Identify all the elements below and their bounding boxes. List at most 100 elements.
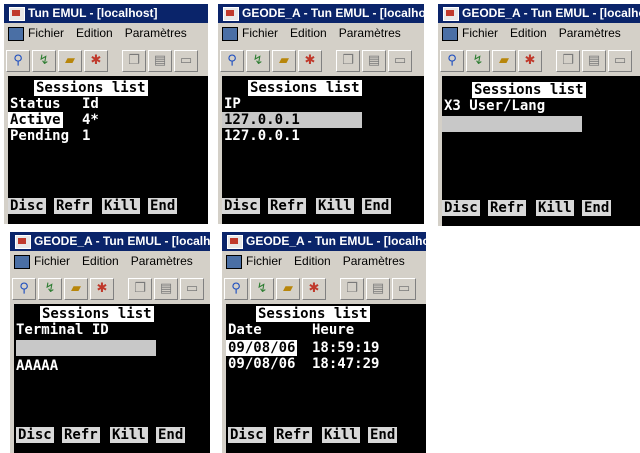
- copy-icon[interactable]: ❐: [122, 50, 146, 72]
- paste-icon[interactable]: ▤: [366, 278, 390, 300]
- settings-icon[interactable]: ✱: [298, 50, 322, 72]
- menu-fichier[interactable]: Fichier: [246, 254, 282, 268]
- copy-icon[interactable]: ❐: [128, 278, 152, 300]
- toolbar: ⚲ ↯ ▰ ✱ ❐ ▤ ▭: [4, 48, 208, 76]
- session-icon[interactable]: ↯: [38, 278, 62, 300]
- connect-icon[interactable]: ⚲: [440, 50, 464, 72]
- paste-icon[interactable]: ▤: [154, 278, 178, 300]
- system-menu-icon[interactable]: [442, 27, 458, 41]
- print-icon[interactable]: ▭: [180, 278, 204, 300]
- end-key[interactable]: End: [368, 427, 398, 443]
- menu-parametres[interactable]: Paramètres: [125, 26, 187, 40]
- copy-icon[interactable]: ❐: [336, 50, 360, 72]
- session-icon[interactable]: ↯: [466, 50, 490, 72]
- disc-key[interactable]: Disc: [8, 198, 46, 214]
- menu-edition[interactable]: Edition: [82, 254, 119, 268]
- session-row-status[interactable]: Active: [8, 112, 63, 128]
- settings-icon[interactable]: ✱: [518, 50, 542, 72]
- disc-key[interactable]: Disc: [228, 427, 266, 443]
- window-title: GEODE_A - Tun EMUL - [localhost]: [34, 234, 210, 248]
- menu-parametres[interactable]: Paramètres: [559, 26, 621, 40]
- app-icon: [15, 235, 31, 249]
- open-folder-icon[interactable]: ▰: [58, 50, 82, 72]
- session-row-id: 1: [82, 128, 91, 144]
- end-key[interactable]: End: [156, 427, 186, 443]
- menu-fichier[interactable]: Fichier: [28, 26, 64, 40]
- end-key[interactable]: End: [148, 198, 178, 214]
- refr-key[interactable]: Refr: [488, 200, 526, 216]
- refr-key[interactable]: Refr: [274, 427, 312, 443]
- connect-icon[interactable]: ⚲: [224, 278, 248, 300]
- terminal-id-field[interactable]: [16, 340, 156, 356]
- print-icon[interactable]: ▭: [388, 50, 412, 72]
- disc-key[interactable]: Disc: [442, 200, 480, 216]
- menu-bar: Fichier Edition Paramètres: [4, 23, 208, 43]
- title-bar[interactable]: GEODE_A - Tun EMUL - [localhost]: [218, 4, 424, 23]
- column-heure-header: Heure: [312, 322, 355, 338]
- menu-parametres[interactable]: Paramètres: [339, 26, 401, 40]
- session-icon[interactable]: ↯: [32, 50, 56, 72]
- connect-icon[interactable]: ⚲: [6, 50, 30, 72]
- settings-icon[interactable]: ✱: [84, 50, 108, 72]
- kill-key[interactable]: Kill: [322, 427, 360, 443]
- print-icon[interactable]: ▭: [392, 278, 416, 300]
- title-bar[interactable]: GEODE_A - Tun EMUL - [localhost]: [10, 232, 210, 251]
- emulator-window-user-lang: GEODE_A - Tun EMUL - [localhost] Fichier…: [438, 4, 640, 226]
- session-row-ip[interactable]: 127.0.0.1: [224, 112, 300, 128]
- menu-edition[interactable]: Edition: [510, 26, 547, 40]
- paste-icon[interactable]: ▤: [148, 50, 172, 72]
- disc-key[interactable]: Disc: [222, 198, 260, 214]
- open-folder-icon[interactable]: ▰: [64, 278, 88, 300]
- settings-icon[interactable]: ✱: [90, 278, 114, 300]
- screen-title: Sessions list: [472, 82, 586, 98]
- paste-icon[interactable]: ▤: [362, 50, 386, 72]
- end-key[interactable]: End: [582, 200, 612, 216]
- menu-fichier[interactable]: Fichier: [34, 254, 70, 268]
- user-lang-field[interactable]: [442, 116, 582, 132]
- print-icon[interactable]: ▭: [608, 50, 632, 72]
- session-row-date[interactable]: 09/08/06: [226, 340, 298, 356]
- refr-key[interactable]: Refr: [62, 427, 100, 443]
- system-menu-icon[interactable]: [222, 27, 238, 41]
- menu-parametres[interactable]: Paramètres: [131, 254, 193, 268]
- title-bar[interactable]: GEODE_A - Tun EMUL - [localhost]: [222, 232, 426, 251]
- kill-key[interactable]: Kill: [110, 427, 148, 443]
- open-folder-icon[interactable]: ▰: [272, 50, 296, 72]
- kill-key[interactable]: Kill: [536, 200, 574, 216]
- emulator-window-date-time: GEODE_A - Tun EMUL - [localhost] Fichier…: [222, 232, 426, 453]
- kill-key[interactable]: Kill: [316, 198, 354, 214]
- menu-edition[interactable]: Edition: [76, 26, 113, 40]
- open-folder-icon[interactable]: ▰: [492, 50, 516, 72]
- copy-icon[interactable]: ❐: [340, 278, 364, 300]
- paste-icon[interactable]: ▤: [582, 50, 606, 72]
- session-row-date: 09/08/06: [228, 356, 296, 372]
- menu-edition[interactable]: Edition: [294, 254, 331, 268]
- menu-fichier[interactable]: Fichier: [242, 26, 278, 40]
- connect-icon[interactable]: ⚲: [220, 50, 244, 72]
- menu-parametres[interactable]: Paramètres: [343, 254, 405, 268]
- session-row-id: 4*: [82, 112, 99, 128]
- toolbar: ⚲ ↯ ▰ ✱ ❐ ▤ ▭: [438, 48, 640, 76]
- settings-icon[interactable]: ✱: [302, 278, 326, 300]
- kill-key[interactable]: Kill: [102, 198, 140, 214]
- system-menu-icon[interactable]: [226, 255, 242, 269]
- system-menu-icon[interactable]: [8, 27, 24, 41]
- system-menu-icon[interactable]: [14, 255, 30, 269]
- menu-fichier[interactable]: Fichier: [462, 26, 498, 40]
- screen-title: Sessions list: [256, 306, 370, 322]
- menu-edition[interactable]: Edition: [290, 26, 327, 40]
- disc-key[interactable]: Disc: [16, 427, 54, 443]
- open-folder-icon[interactable]: ▰: [276, 278, 300, 300]
- column-date-header: Date: [228, 322, 262, 338]
- terminal-screen: Sessions list X3 User/Lang Disc Refr Kil…: [442, 76, 640, 226]
- refr-key[interactable]: Refr: [54, 198, 92, 214]
- end-key[interactable]: End: [362, 198, 392, 214]
- session-icon[interactable]: ↯: [250, 278, 274, 300]
- connect-icon[interactable]: ⚲: [12, 278, 36, 300]
- title-bar[interactable]: GEODE_A - Tun EMUL - [localhost]: [438, 4, 640, 23]
- session-icon[interactable]: ↯: [246, 50, 270, 72]
- copy-icon[interactable]: ❐: [556, 50, 580, 72]
- title-bar[interactable]: Tun EMUL - [localhost]: [4, 4, 208, 23]
- refr-key[interactable]: Refr: [268, 198, 306, 214]
- print-icon[interactable]: ▭: [174, 50, 198, 72]
